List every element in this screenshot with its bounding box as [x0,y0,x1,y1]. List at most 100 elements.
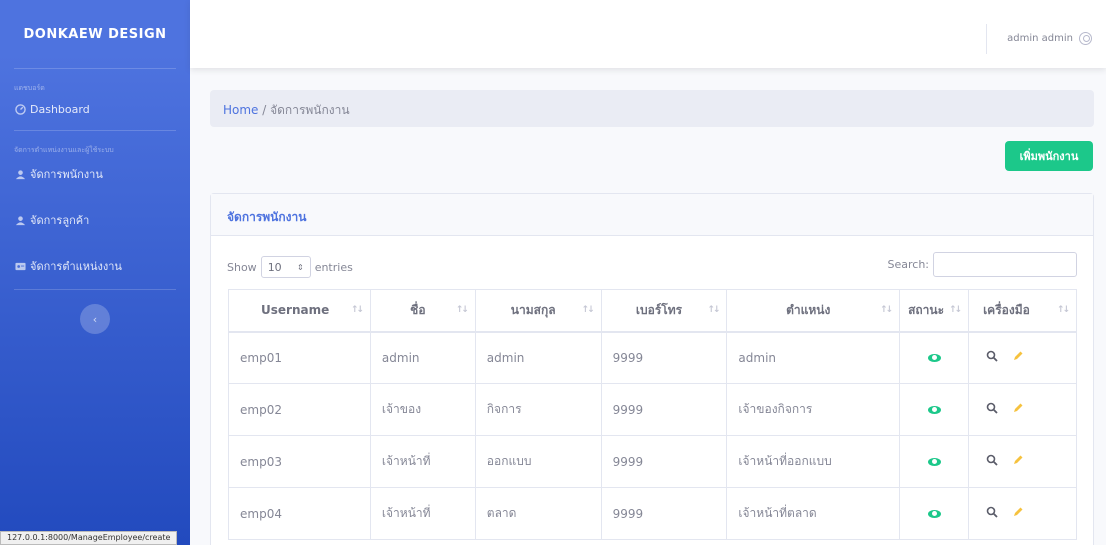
cell-lastname: กิจการ [474,383,602,436]
table-row: emp04 เจ้าหน้าที่ ตลาด 9999 เจ้าหน้าที่ตลาด [228,487,1077,540]
cell-lastname: ตลาด [474,487,602,540]
employee-table: Username ↑↓ ชื่อ ↑↓ นามสกุล ↑↓ เบอร์โทร ↑↓ ต… [228,289,1077,540]
cell-position: เจ้าหน้าที่ตลาด [726,487,901,540]
cell-status [899,435,970,488]
sidebar-item-label: จัดการลูกค้า [30,214,90,227]
cell-firstname: เจ้าของ [369,383,476,436]
cell-position: เจ้าของกิจการ [726,383,901,436]
sidebar-item-employees[interactable]: จัดการพนักงาน [0,158,190,197]
sort-icon: ↑↓ [948,305,962,315]
sidebar-item-label: จัดการตำแหน่งงาน [30,260,122,273]
entries-label: entries [314,260,353,274]
sidebar-heading-manage: จัดการตำแหน่งงานและผู้ใช้ระบบ [14,146,114,154]
pencil-icon[interactable] [1012,402,1024,417]
sort-icon: ↑↓ [1056,305,1070,315]
employee-card: จัดการพนักงาน Show 10 ⇕ entries Search: … [210,193,1094,545]
sidebar-item-positions[interactable]: จัดการตำแหน่งงาน [0,243,190,289]
eye-icon[interactable] [927,353,941,362]
user-avatar-icon [1079,32,1092,45]
show-label: Show [227,260,257,274]
user-icon [14,214,26,226]
sidebar-heading-dashboard: แดชบอร์ด [14,84,45,92]
user-name: admin admin [1007,33,1073,44]
search-icon[interactable] [986,506,998,521]
breadcrumb-separator: / [258,103,271,117]
cell-status [899,487,970,540]
sidebar-item-label: Dashboard [30,103,90,116]
user-menu[interactable]: admin admin [1007,32,1092,45]
cell-status [899,383,970,436]
column-header-lastname[interactable]: นามสกุล ↑↓ [474,289,602,333]
eye-icon[interactable] [927,457,941,466]
add-employee-button[interactable]: เพิ่มพนักงาน [1005,141,1093,171]
cell-username: emp01 [228,331,371,384]
cell-firstname: admin [369,331,476,384]
topbar: admin admin [190,0,1106,68]
cell-tools [968,435,1077,488]
sidebar-item-dashboard[interactable]: Dashboard [0,96,190,130]
eye-icon[interactable] [927,509,941,518]
entries-value: 10 [267,260,282,274]
card-title: จัดการพนักงาน [211,194,1093,236]
column-header-position[interactable]: ตำแหน่ง ↑↓ [726,289,901,333]
table-row: emp02 เจ้าของ กิจการ 9999 เจ้าของกิจการ [228,383,1077,436]
sort-icon: ↑↓ [350,305,364,315]
cell-lastname: ออกแบบ [474,435,602,488]
cell-username: emp02 [228,383,371,436]
cell-tools [968,331,1077,384]
cell-username: emp03 [228,435,371,488]
column-header-firstname[interactable]: ชื่อ ↑↓ [369,289,476,333]
cell-tools [968,487,1077,540]
column-header-phone[interactable]: เบอร์โทร ↑↓ [600,289,728,333]
column-header-tools[interactable]: เครื่องมือ ↑↓ [968,289,1077,333]
sort-icon: ↑↓ [455,305,469,315]
eye-icon[interactable] [927,405,941,414]
topbar-divider [986,24,987,54]
sidebar-divider [14,289,176,290]
cell-phone: 9999 [600,331,728,384]
chevron-left-icon: ‹ [92,312,98,326]
table-header-row: Username ↑↓ ชื่อ ↑↓ นามสกุล ↑↓ เบอร์โทร ↑↓ ต… [228,289,1077,333]
search-label: Search: [887,258,930,271]
pencil-icon[interactable] [1012,350,1024,365]
cell-phone: 9999 [600,383,728,436]
entries-length-control: Show 10 ⇕ entries [227,256,353,278]
sidebar-item-customers[interactable]: จัดการลูกค้า [0,197,190,243]
search-input[interactable] [933,252,1077,277]
updown-icon: ⇕ [296,262,304,272]
cell-firstname: เจ้าหน้าที่ [369,435,476,488]
breadcrumb-home-link[interactable]: Home [223,103,258,117]
pencil-icon[interactable] [1012,454,1024,469]
cell-status [899,331,970,384]
sort-icon: ↑↓ [707,305,720,315]
sidebar-toggle-button[interactable]: ‹ [80,304,110,334]
cell-username: emp04 [228,487,371,540]
column-header-username[interactable]: Username ↑↓ [228,289,371,333]
id-card-icon [14,260,26,272]
sidebar: DONKAEW DESIGN แดชบอร์ด Dashboard จัดการ… [0,0,190,545]
search-icon[interactable] [986,350,998,365]
cell-position: admin [726,331,901,384]
cell-tools [968,383,1077,436]
search-icon[interactable] [986,454,998,469]
sort-icon: ↑↓ [581,305,595,315]
breadcrumb-current: จัดการพนักงาน [270,103,350,117]
sidebar-item-label: จัดการพนักงาน [30,168,103,181]
cell-phone: 9999 [600,487,728,540]
search-icon[interactable] [986,402,998,417]
cell-lastname: admin [474,331,602,384]
table-row: emp01 admin admin 9999 admin [228,331,1077,384]
breadcrumb: Home / จัดการพนักงาน [210,90,1094,127]
entries-select[interactable]: 10 ⇕ [260,256,311,278]
user-icon [14,168,26,180]
column-header-status[interactable]: สถานะ ↑↓ [899,289,970,333]
sort-icon: ↑↓ [880,305,893,315]
status-bar-url: 127.0.0.1:8000/ManageEmployee/create [0,531,178,545]
brand-logo[interactable]: DONKAEW DESIGN [0,0,190,68]
table-row: emp03 เจ้าหน้าที่ ออกแบบ 9999 เจ้าหน้าที่ออก… [228,435,1077,488]
cell-phone: 9999 [600,435,728,488]
pencil-icon[interactable] [1012,506,1024,521]
cell-position: เจ้าหน้าที่ออกแบบ [726,435,901,488]
cell-firstname: เจ้าหน้าที่ [369,487,476,540]
search-control: Search: [887,252,1077,277]
